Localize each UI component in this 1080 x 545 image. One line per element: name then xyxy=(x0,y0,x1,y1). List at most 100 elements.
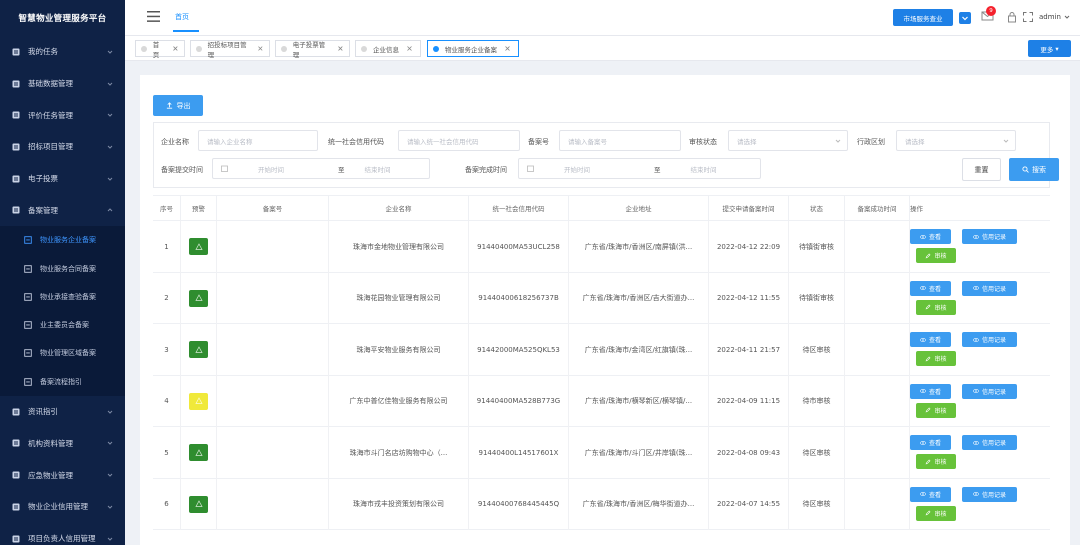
sidebar-item[interactable]: 资讯指引 xyxy=(0,396,125,428)
chevron-down-icon xyxy=(107,440,113,446)
sidebar-item[interactable]: 电子投票 xyxy=(0,163,125,195)
review-button[interactable]: 审核 xyxy=(916,402,956,418)
search-button[interactable]: 搜索 xyxy=(1009,158,1059,181)
sidebar-subitem[interactable]: 物业承接查验备案 xyxy=(0,283,125,311)
credit-record-button[interactable]: 信用记录 xyxy=(962,229,1017,244)
cell-company: 珠海平安物业服务有限公司 xyxy=(329,324,469,376)
sidebar-subitem[interactable]: 物业服务企业备案 xyxy=(0,226,125,254)
view-button[interactable]: 查看 xyxy=(910,435,951,450)
sidebar-item[interactable]: 机构资料管理 xyxy=(0,428,125,460)
row-actions: 查看 信用记录 审核 xyxy=(910,221,1050,273)
view-button[interactable]: 查看 xyxy=(910,486,951,502)
table-header-cell: 操作 xyxy=(910,205,923,213)
view-button[interactable]: 查看 xyxy=(910,229,951,244)
nav-item-icon xyxy=(12,111,20,119)
eye-icon xyxy=(973,286,979,290)
sidebar-item[interactable]: 基础数据管理 xyxy=(0,68,125,100)
complete-time-range[interactable]: 开始时间 至 结束时间 xyxy=(518,158,761,179)
close-icon[interactable] xyxy=(407,46,412,51)
cell-company: 广东中普亿佳物业服务有限公司 xyxy=(329,375,469,427)
credit-label: 信用记录 xyxy=(981,285,1006,293)
close-icon[interactable] xyxy=(173,46,178,51)
username[interactable]: admin xyxy=(1039,13,1061,21)
tab[interactable]: 企业信息 xyxy=(355,40,421,57)
credit-record-button[interactable]: 信用记录 xyxy=(962,435,1017,450)
review-button[interactable]: 审核 xyxy=(916,351,956,366)
export-button[interactable]: 导出 xyxy=(153,95,203,116)
sidebar-subitem-label: 物业承接查验备案 xyxy=(40,292,96,301)
view-button[interactable]: 查看 xyxy=(910,383,951,399)
row-actions: 查看 信用记录审核 xyxy=(910,273,1050,325)
credit-record-button[interactable]: 信用记录 xyxy=(962,486,1017,502)
credit-record-button[interactable]: 信用记录 xyxy=(962,383,1017,399)
credit-label: 信用记录 xyxy=(981,388,1006,396)
warning-indicator xyxy=(189,495,208,513)
tabs-more-label: 更多 xyxy=(1040,45,1054,54)
audit-status-select[interactable]: 请选择 xyxy=(728,130,848,151)
warning-icon xyxy=(194,294,203,302)
warning-indicator xyxy=(189,341,208,359)
sidebar-subitem-label: 物业服务合同备案 xyxy=(40,264,96,273)
tab-label: 招投标项目管理 xyxy=(207,40,247,59)
cell-submit-time: 2022-04-11 21:57 xyxy=(709,324,789,376)
review-button[interactable]: 审核 xyxy=(916,299,956,315)
nav-item-icon xyxy=(12,471,20,479)
sidebar-item[interactable]: 项目负责人信用管理 xyxy=(0,523,125,545)
credit-record-button[interactable]: 信用记录 xyxy=(962,280,1017,296)
lock-icon[interactable] xyxy=(1007,11,1017,23)
sidebar-subitem[interactable]: 物业管理区域备案 xyxy=(0,339,125,367)
cell-no: 6 xyxy=(153,478,181,530)
district-select[interactable]: 请选择 xyxy=(896,130,1016,151)
record-no-input[interactable]: 请输入备案号 xyxy=(559,130,681,151)
close-icon[interactable] xyxy=(338,46,343,51)
tab-dot xyxy=(361,45,367,52)
credit-code-input[interactable]: 请输入统一社会信用代码 xyxy=(398,130,520,151)
sidebar-item[interactable]: 物业企业信用管理 xyxy=(0,491,125,523)
cell-status: 待市审核 xyxy=(789,375,845,427)
chevron-down-icon xyxy=(107,472,113,478)
doc-icon xyxy=(24,293,32,301)
tab[interactable]: 首页 xyxy=(135,40,185,59)
sidebar-subitem-label: 备案流程指引 xyxy=(40,377,82,386)
table-header-cell: 备案成功时间 xyxy=(845,196,910,222)
sidebar-item[interactable]: 我的任务 xyxy=(0,36,125,68)
sidebar-item[interactable]: 备案管理 xyxy=(0,194,125,226)
view-button[interactable]: 查看 xyxy=(910,280,951,296)
topnav-home[interactable]: 首页 xyxy=(175,12,189,22)
warning-cell xyxy=(181,478,217,530)
review-button[interactable]: 审核 xyxy=(916,248,956,263)
submit-time-range[interactable]: 开始时间 至 结束时间 xyxy=(212,158,430,179)
nav-item-icon xyxy=(12,503,20,511)
tabs-more-button[interactable]: 更多 ▾ xyxy=(1028,40,1071,57)
export-label: 导出 xyxy=(176,101,191,110)
review-button[interactable]: 审核 xyxy=(916,454,956,469)
warning-cell xyxy=(181,221,217,273)
fullscreen-icon[interactable] xyxy=(1023,12,1033,22)
submit-end-placeholder: 结束时间 xyxy=(364,165,391,174)
close-icon[interactable] xyxy=(505,46,510,51)
review-button[interactable]: 审核 xyxy=(916,505,956,521)
view-button[interactable]: 查看 xyxy=(910,332,951,347)
sidebar-subitem[interactable]: 业主委员会备案 xyxy=(0,311,125,339)
credit-record-button[interactable]: 信用记录 xyxy=(962,332,1017,347)
sidebar-subitem-label: 物业管理区域备案 xyxy=(40,349,96,358)
tab[interactable]: 电子投票管理 xyxy=(275,40,350,59)
table-row: 2 珠海花园物业管理有限公司 91440400618256737B 广东省/珠海市/香… xyxy=(153,272,1050,325)
reset-button[interactable]: 重置 xyxy=(962,158,1001,181)
close-icon[interactable] xyxy=(258,46,263,51)
top-dropdown-button[interactable] xyxy=(959,12,971,24)
sidebar-item[interactable]: 评价任务管理 xyxy=(0,99,125,131)
sidebar-subitem[interactable]: 备案流程指引 xyxy=(0,368,125,396)
tab[interactable]: 招投标项目管理 xyxy=(190,40,270,59)
top-primary-button[interactable]: 市场服务查业 xyxy=(893,9,953,26)
tab[interactable]: 物业服务企业备案 xyxy=(427,40,519,57)
company-name-input[interactable]: 请输入企业名称 xyxy=(198,130,318,151)
view-label: 查看 xyxy=(928,234,941,241)
sidebar-item[interactable]: 招标项目管理 xyxy=(0,131,125,163)
sidebar-item[interactable]: 应急物业管理 xyxy=(0,459,125,491)
warning-icon xyxy=(194,346,203,353)
chevron-down-icon xyxy=(107,536,113,542)
menu-toggle-icon[interactable] xyxy=(147,11,160,22)
sidebar-subitem[interactable]: 物业服务合同备案 xyxy=(0,254,125,282)
user-chevron-down-icon[interactable] xyxy=(1064,14,1070,20)
